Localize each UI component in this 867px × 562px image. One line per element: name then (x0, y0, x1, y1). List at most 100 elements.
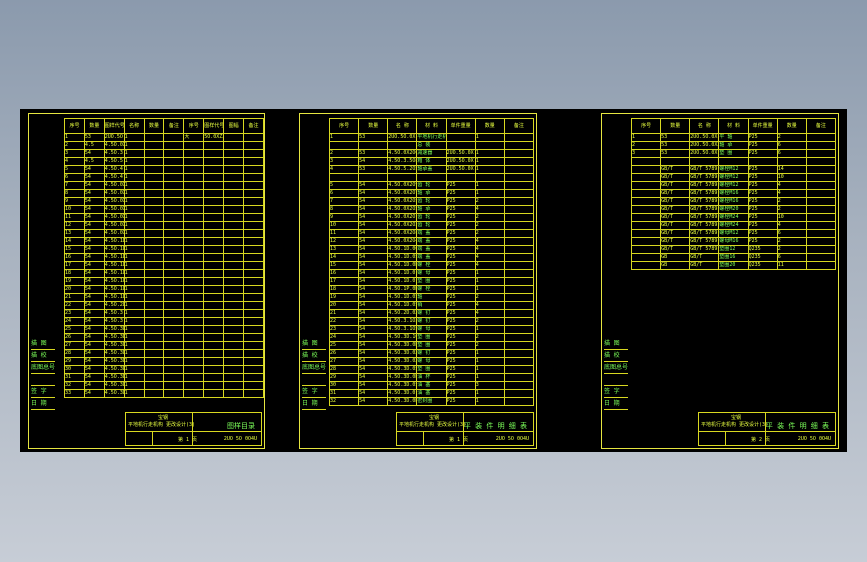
table-cell (223, 237, 245, 246)
table-cell: 53 (660, 133, 691, 142)
table-cell: 20 (64, 285, 85, 294)
column-header: 序号 (64, 118, 85, 134)
table-cell (747, 157, 778, 166)
table-cell: 54 (83, 173, 105, 182)
table-cell: Q235 (747, 261, 778, 270)
table-cell (243, 301, 264, 310)
sheet-number: 第 1 页 (178, 437, 198, 443)
table-cell: GB/T 5789 (689, 165, 720, 174)
table-row: 23 54 4.5O.3.1O5 螺 母 P25 1 (328, 325, 535, 334)
table-cell (183, 261, 205, 270)
table-cell (223, 277, 245, 286)
table-cell (203, 381, 225, 390)
table-cell: 1 (474, 357, 505, 366)
table-cell: GB/T (660, 205, 691, 214)
table-cell: 54 (358, 253, 389, 262)
table-cell: 4.5O.1D.0.7 (387, 277, 418, 286)
table-cell: 4.5O.3D.0D (103, 365, 125, 374)
column-header: 图幅 (223, 118, 245, 134)
table-cell: 4.5O.3.5O8 (103, 149, 125, 158)
drawing-sheet-1[interactable]: 序号数量图样代号名称数量备注序号图样代号图幅备注1532UO.5O.0X1大5O… (28, 113, 265, 449)
table-cell (776, 157, 807, 166)
table-cell: 54 (83, 197, 105, 206)
table-cell: 1 (123, 317, 145, 326)
table-cell (183, 181, 205, 190)
table-row: 1532UO.5O.0X平地机行走机构1 (328, 133, 535, 142)
table-row: 7544.5O.0X2O71 (64, 181, 264, 190)
table-cell (503, 333, 535, 342)
table-cell: 2 (474, 197, 505, 206)
side-label: 签 字 (31, 386, 55, 398)
table-cell: 2UO.5O.0X.13 (689, 133, 720, 142)
table-cell (143, 213, 165, 222)
table-cell: 螺栓M12 (718, 181, 749, 190)
table-cell: 12 (328, 237, 360, 246)
column-header: 备注 (805, 118, 837, 134)
table-cell (163, 285, 185, 294)
table-cell: 2 (474, 213, 505, 222)
table-row: 12 54 4.5O.0X2O4 端 盖 P25 4 (328, 237, 535, 246)
table-cell: 4.5O.2D.0X (387, 309, 418, 318)
table-cell (503, 309, 535, 318)
table-cell: GB/T (660, 229, 691, 238)
table-cell (243, 365, 264, 374)
table-cell: 9 (64, 197, 85, 206)
table-cell: 2 (474, 293, 505, 302)
table-cell: 1 (123, 293, 145, 302)
table-cell: 1 (474, 349, 505, 358)
table-cell: 1 (123, 157, 145, 166)
table-cell (203, 293, 225, 302)
table-cell: 4.5O.4.2O8 (103, 165, 125, 174)
table-cell: 4.5O.0X2O8 (103, 221, 125, 230)
table-cell: 1 (123, 309, 145, 318)
table-row: 20 54 4.5O.1D.0S 销 P25 4 (328, 301, 535, 310)
table-cell: 端 盖 (416, 253, 447, 262)
table-cell: 13 (64, 229, 85, 238)
table-cell: 4.5O.2D.0X (103, 301, 125, 310)
table-cell: GB/T (660, 237, 691, 246)
drawing-sheet-3[interactable]: 序号数量名 称材 料单件重量数量备注1532UO.5O.0X.13平 轴P252… (601, 113, 839, 449)
table-cell (203, 181, 225, 190)
table-cell: 垫 圈 (416, 341, 447, 350)
table-cell (143, 373, 165, 382)
table-cell (143, 237, 165, 246)
table-cell: 4.5O.0X2O3 (387, 221, 418, 230)
table-cell: P25 (445, 229, 476, 238)
table-cell: 54 (358, 213, 389, 222)
table-cell (203, 245, 225, 254)
side-label: 底图总号 (302, 362, 326, 374)
table-row: 12544.5O.0X2O81 (64, 221, 264, 230)
table-row: 29 54 4.5O.3D.0D 油 杯 P25 1 (328, 373, 535, 382)
table-cell (243, 229, 264, 238)
drawing-sheet-2[interactable]: 序号数量名 称材 料单件重量数量备注1532UO.5O.0X平地机行走机构1总 … (299, 113, 537, 449)
table-cell: 4.5O.0X2O9 (387, 181, 418, 190)
table-cell: 4.5O.0X2O4 (387, 237, 418, 246)
table-cell: 4 (474, 309, 505, 318)
project-name: 平地机行走机构 更改设计(3) (701, 422, 769, 428)
table-cell: 2 (630, 141, 662, 150)
title-block: 宝钢 平地机行走机构 更改设计(3) 平 装 件 明 细 表 2UO 5O 0O4U 第… (698, 412, 836, 446)
table-cell: 4.5O.1D.0S (103, 245, 125, 254)
table-row: GB GB/T 垫圈16 Q235 6 (630, 253, 837, 262)
table-cell (183, 349, 205, 358)
table-cell: 箱 体 (416, 157, 447, 166)
table-cell (143, 229, 165, 238)
table-row: 2532UO.5O.0X2O.5轴 承P256 (630, 141, 837, 150)
table-cell: 2 (776, 205, 807, 214)
table-cell: P25 (445, 293, 476, 302)
table-row: 13 54 4.5O.1D.0O 端 盖 P25 4 (328, 245, 535, 254)
table-cell: 垫圈20 (718, 261, 749, 270)
cad-viewport[interactable]: 序号数量图样代号名称数量备注序号图样代号图幅备注1532UO.5O.0X1大5O… (20, 109, 847, 452)
table-cell: 4.5O.3D.0.3 (103, 381, 125, 390)
table-cell: 1 (474, 149, 505, 158)
table-cell: 54 (358, 157, 389, 166)
table-cell: 4.5O.0X2O1 (387, 213, 418, 222)
table-cell: 4.5O.1D.0D (103, 253, 125, 262)
table-cell: 4 (776, 181, 807, 190)
table-cell: 53 (660, 149, 691, 158)
table-cell: P25 (747, 213, 778, 222)
table-cell: 16 (64, 253, 85, 262)
table-cell: 7 (64, 181, 85, 190)
table-cell: 垫 圈 (718, 149, 749, 158)
table-cell: 54 (358, 293, 389, 302)
